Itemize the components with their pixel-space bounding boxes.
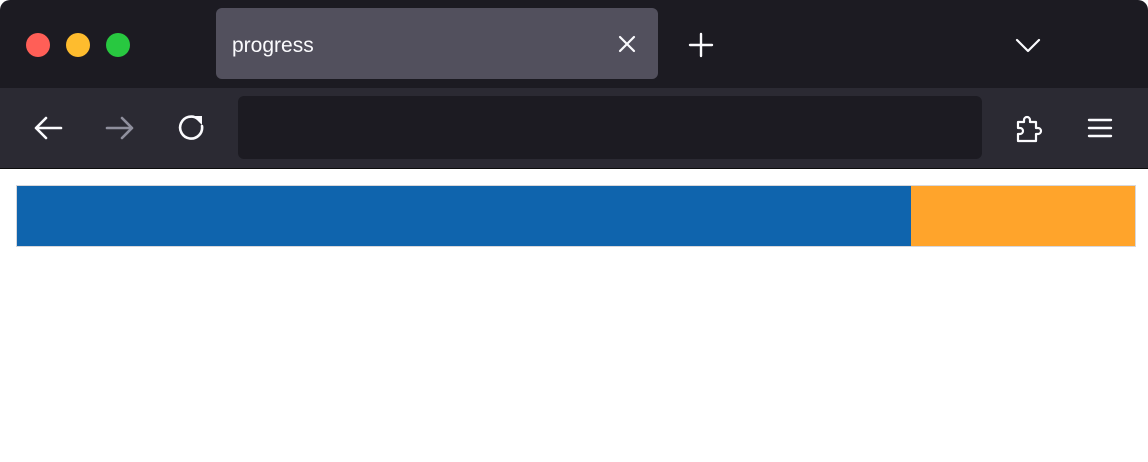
tab-title: progress	[232, 34, 314, 57]
tab-active[interactable]: progress	[216, 8, 658, 79]
page-content	[0, 169, 1148, 462]
progress-bar-fill	[17, 186, 912, 246]
plus-icon[interactable]	[686, 30, 716, 60]
tab-strip: progress	[0, 0, 1148, 88]
window-minimize-button[interactable]	[66, 33, 90, 57]
navigation-toolbar	[0, 88, 1148, 169]
window-close-button[interactable]	[26, 33, 50, 57]
reload-icon[interactable]	[176, 112, 208, 144]
arrow-right-icon[interactable]	[104, 112, 136, 144]
window-maximize-button[interactable]	[106, 33, 130, 57]
progress-bar	[16, 185, 1136, 247]
hamburger-menu-icon[interactable]	[1084, 112, 1116, 144]
puzzle-icon[interactable]	[1012, 112, 1044, 144]
browser-window: progress	[0, 0, 1148, 462]
chevron-down-icon[interactable]	[1013, 30, 1043, 60]
address-bar[interactable]	[238, 96, 982, 159]
close-icon[interactable]	[616, 33, 638, 55]
arrow-left-icon[interactable]	[32, 112, 64, 144]
